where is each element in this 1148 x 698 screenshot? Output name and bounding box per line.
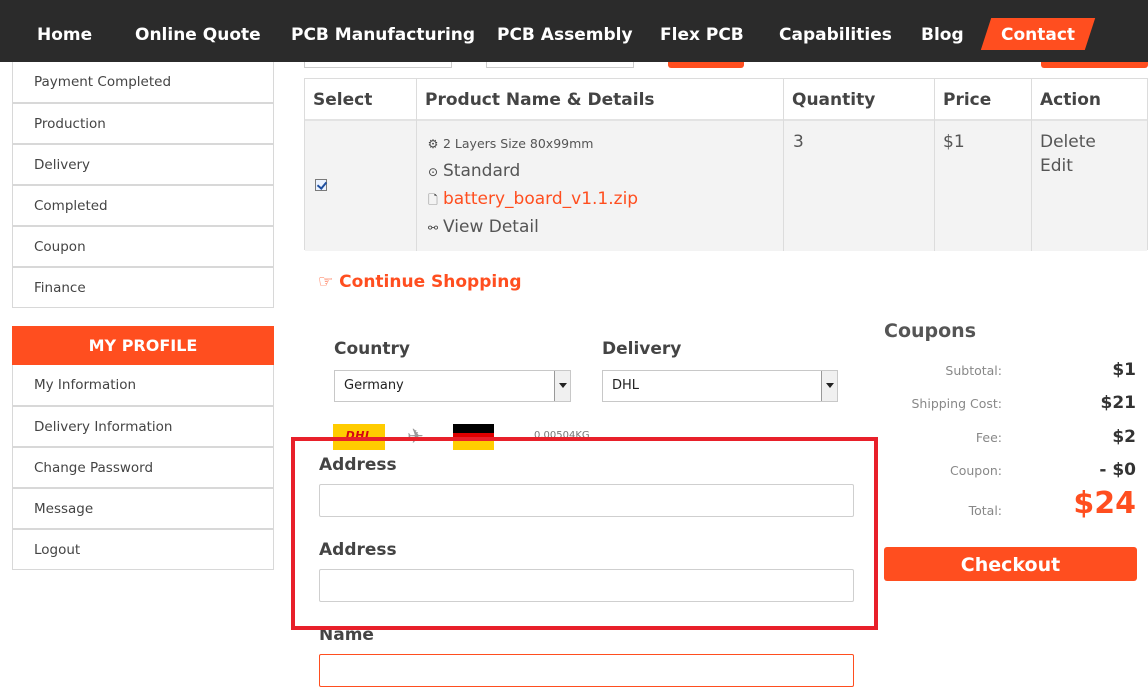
cart-table: Select Product Name & Details Quantity P… [304, 78, 1148, 251]
delivery-label: Delivery [602, 339, 682, 359]
coupons-title: Coupons [884, 320, 977, 342]
sidebar-item-delivery-information[interactable]: Delivery Information [12, 406, 274, 447]
partial-input-1[interactable] [304, 62, 452, 68]
nav-pcb-assembly[interactable]: PCB Assembly [497, 0, 633, 62]
nav-contact-label: Contact [1000, 25, 1076, 45]
gear-icon: ⚙ [427, 137, 439, 151]
nav-flex-pcb[interactable]: Flex PCB [660, 0, 744, 62]
table-header-row: Select Product Name & Details Quantity P… [305, 79, 1147, 121]
nav-contact[interactable]: Contact [980, 18, 1096, 50]
view-detail-text: View Detail [443, 217, 539, 237]
country-select-value: Germany [344, 378, 404, 393]
clock-icon: ⊙ [427, 165, 439, 179]
product-spec-text: 2 Layers Size 80x99mm [443, 136, 594, 151]
name-input[interactable] [319, 654, 854, 687]
nav-pcb-manufacturing[interactable]: PCB Manufacturing [291, 0, 475, 62]
subtotal-label: Subtotal: [945, 363, 1002, 378]
total-value: $24 [1073, 486, 1136, 521]
sidebar-item-delivery[interactable]: Delivery [12, 144, 274, 185]
file-name-text: battery_board_v1.1.zip [443, 189, 639, 209]
quantity-value: 3 [793, 132, 804, 152]
header-price: Price [943, 90, 992, 110]
partial-button-2[interactable] [1041, 62, 1148, 68]
partial-input-2[interactable] [486, 62, 634, 68]
country-select[interactable]: Germany [334, 370, 571, 402]
column-divider [1031, 79, 1032, 251]
checkout-button[interactable]: Checkout [884, 547, 1137, 581]
select-checkbox[interactable] [315, 179, 327, 191]
subtotal-value: $1 [1112, 360, 1136, 380]
my-profile-heading: MY PROFILE [12, 326, 274, 365]
delivery-select-value: DHL [612, 378, 640, 393]
total-label: Total: [968, 503, 1002, 518]
header-select: Select [313, 90, 373, 110]
sidebar-item-completed[interactable]: Completed [12, 185, 274, 226]
coupon-label: Coupon: [949, 463, 1002, 478]
nav-home[interactable]: Home [37, 0, 92, 62]
header-product: Product Name & Details [425, 90, 655, 110]
sidebar-item-change-password[interactable]: Change Password [12, 447, 274, 488]
edit-link[interactable]: Edit [1040, 156, 1073, 176]
fee-value: $2 [1112, 427, 1136, 447]
nav-capabilities[interactable]: Capabilities [779, 0, 892, 62]
column-divider [934, 79, 935, 251]
chevron-down-icon [554, 371, 570, 401]
continue-shopping-text: Continue Shopping [339, 272, 522, 292]
sidebar-item-logout[interactable]: Logout [12, 529, 274, 570]
header-quantity: Quantity [792, 90, 876, 110]
sidebar-item-payment-completed[interactable]: Payment Completed [12, 62, 274, 103]
column-divider [416, 79, 417, 251]
nav-online-quote[interactable]: Online Quote [135, 0, 261, 62]
shipping-cost-value: $21 [1100, 393, 1137, 413]
sidebar-item-message[interactable]: Message [12, 488, 274, 529]
shipping-cost-label: Shipping Cost: [911, 396, 1002, 411]
sidebar-item-production[interactable]: Production [12, 103, 274, 144]
top-nav: Home Online Quote PCB Manufacturing PCB … [0, 0, 1148, 62]
sidebar-item-finance[interactable]: Finance [12, 267, 274, 308]
highlight-box [291, 437, 878, 630]
header-action: Action [1040, 90, 1101, 110]
column-divider [783, 79, 784, 251]
product-build-time: ⊙ Standard [426, 161, 520, 181]
view-detail-link[interactable]: ⚯ View Detail [426, 217, 539, 237]
product-file-link[interactable]: 🗋 battery_board_v1.1.zip [426, 189, 638, 212]
delete-link[interactable]: Delete [1040, 132, 1096, 152]
partial-button-1[interactable] [668, 62, 744, 68]
file-icon: 🗋 [428, 193, 438, 207]
price-value: $1 [943, 132, 965, 152]
sidebar-item-my-information[interactable]: My Information [12, 365, 274, 406]
coupon-value: - $0 [1099, 460, 1136, 480]
build-time-text: Standard [443, 161, 521, 181]
link-icon: ⚯ [427, 221, 439, 235]
nav-blog[interactable]: Blog [921, 0, 964, 62]
sidebar-item-coupon[interactable]: Coupon [12, 226, 274, 267]
fee-label: Fee: [975, 430, 1002, 445]
product-spec: ⚙ 2 Layers Size 80x99mm [426, 136, 594, 151]
country-label: Country [334, 339, 410, 359]
hand-pointer-icon: ☞ [318, 272, 334, 292]
table-row: ⚙ 2 Layers Size 80x99mm ⊙ Standard 🗋 batter… [305, 121, 1147, 251]
continue-shopping-link[interactable]: ☞ Continue Shopping [318, 272, 522, 292]
